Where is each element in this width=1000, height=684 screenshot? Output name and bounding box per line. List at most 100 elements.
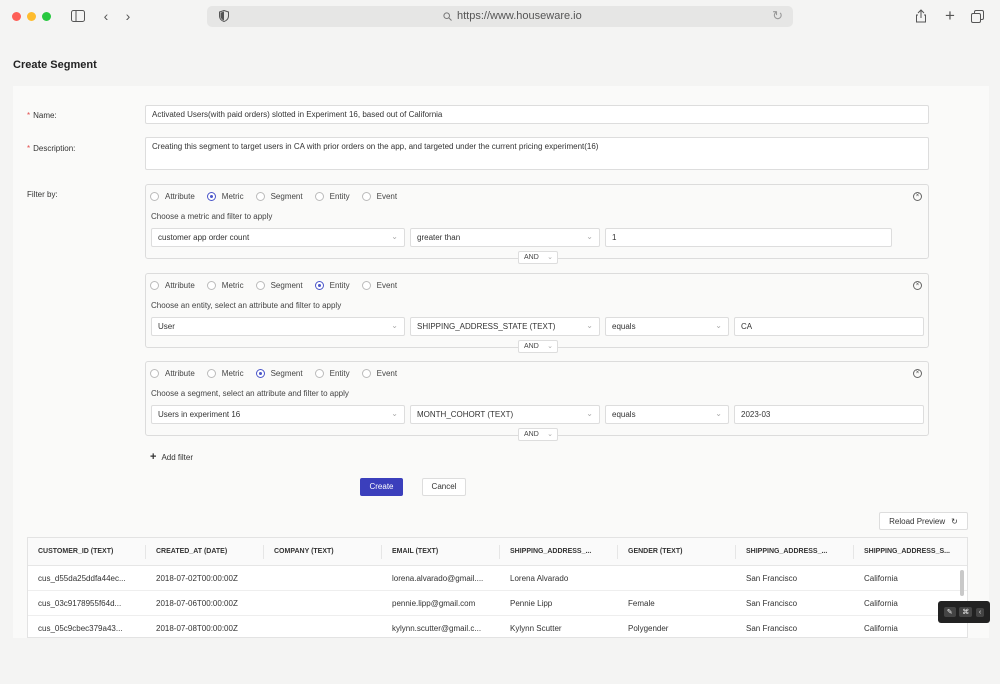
create-button[interactable]: Create (360, 478, 403, 496)
radio-metric[interactable]: Metric (206, 369, 244, 378)
remove-filter-icon[interactable]: × (913, 369, 922, 378)
back-icon[interactable]: ‹ (97, 7, 115, 25)
entity-select[interactable]: User ⌄ (151, 317, 405, 336)
table-cell: pennie.lipp@gmail.com (392, 599, 476, 608)
description-textarea[interactable]: Creating this segment to target users in… (145, 137, 929, 170)
chevron-down-icon: ⌄ (586, 232, 593, 241)
command-key-icon[interactable]: ⌘ (959, 607, 973, 617)
table-cell: lorena.alvarado@gmail.... (392, 574, 484, 583)
table-cell: California (864, 574, 898, 583)
radio-entity[interactable]: Entity (314, 369, 350, 378)
tab-overview-icon[interactable] (968, 7, 986, 25)
description-label: * Description: (27, 144, 76, 153)
radio-attribute[interactable]: Attribute (150, 281, 195, 290)
share-icon[interactable] (912, 7, 930, 25)
filter-card-entity: Attribute Metric Segment Entity Event × … (145, 273, 929, 353)
chevron-down-icon: ⌄ (586, 321, 593, 330)
column-header[interactable]: SHIPPING_ADDRESS_... (510, 548, 591, 555)
radio-event[interactable]: Event (361, 192, 397, 201)
column-header[interactable]: COMPANY (TEXT) (274, 548, 334, 555)
filter-card-segment: Attribute Metric Segment Entity Event × … (145, 361, 929, 441)
connector-select[interactable]: AND ⌄ (518, 251, 558, 264)
radio-attribute[interactable]: Attribute (150, 192, 195, 201)
refresh-icon: ↻ (951, 516, 958, 526)
metric-select[interactable]: customer app order count ⌄ (151, 228, 405, 247)
column-header[interactable]: SHIPPING_ADDRESS_S... (864, 548, 950, 555)
column-header[interactable]: CUSTOMER_ID (TEXT) (38, 548, 113, 555)
table-cell: cus_d55da25ddfa44ec... (38, 574, 126, 583)
remove-filter-icon[interactable]: × (913, 192, 922, 201)
radio-segment[interactable]: Segment (255, 281, 303, 290)
radio-event[interactable]: Event (361, 369, 397, 378)
reload-icon[interactable]: ↻ (772, 8, 783, 24)
table-cell: cus_05c9cbec379a43... (38, 624, 123, 633)
minimize-window-button[interactable] (27, 12, 36, 21)
value-input[interactable]: CA (734, 317, 924, 336)
remove-filter-icon[interactable]: × (913, 281, 922, 290)
browser-toolbar: ‹ › https://www.houseware.io ↻ + (0, 0, 1000, 36)
value-input[interactable]: 1 (605, 228, 892, 247)
close-window-button[interactable] (12, 12, 21, 21)
sidebar-toggle-icon[interactable] (69, 7, 87, 25)
forward-icon[interactable]: › (119, 7, 137, 25)
radio-event[interactable]: Event (361, 281, 397, 290)
radio-segment[interactable]: Segment (255, 192, 303, 201)
filter-hint: Choose a metric and filter to apply (151, 212, 273, 221)
operator-select[interactable]: equals ⌄ (605, 405, 729, 424)
preview-table: CUSTOMER_ID (TEXT) CREATED_AT (DATE) COM… (27, 537, 968, 638)
radio-entity[interactable]: Entity (314, 281, 350, 290)
table-cell: California (864, 599, 898, 608)
value-input[interactable]: 2023-03 (734, 405, 924, 424)
chevron-down-icon: ⌄ (586, 409, 593, 418)
filter-card-metric: Attribute Metric Segment Entity Event × … (145, 184, 929, 264)
radio-segment[interactable]: Segment (255, 369, 303, 378)
table-row: cus_03c9178955f64d... 2018-07-06T00:00:0… (28, 591, 967, 616)
cancel-button[interactable]: Cancel (422, 478, 466, 496)
attribute-select[interactable]: SHIPPING_ADDRESS_STATE (TEXT) ⌄ (410, 317, 600, 336)
segment-select[interactable]: Users in experiment 16 ⌄ (151, 405, 405, 424)
chevron-down-icon: ⌄ (391, 321, 398, 330)
column-header[interactable]: CREATED_AT (DATE) (156, 548, 227, 555)
table-cell: cus_03c9178955f64d... (38, 599, 122, 608)
radio-metric[interactable]: Metric (206, 281, 244, 290)
table-row: cus_d55da25ddfa44ec... 2018-07-02T00:00:… (28, 566, 967, 591)
plus-icon: + (150, 451, 157, 463)
table-cell: Female (628, 599, 655, 608)
operator-select[interactable]: greater than ⌄ (410, 228, 600, 247)
name-input[interactable]: Activated Users(with paid orders) slotte… (145, 105, 929, 124)
zoom-window-button[interactable] (42, 12, 51, 21)
table-cell: California (864, 624, 898, 633)
table-header: CUSTOMER_ID (TEXT) CREATED_AT (DATE) COM… (28, 538, 967, 566)
arrow-left-icon[interactable]: ‹ (975, 607, 985, 617)
table-scrollbar[interactable] (960, 570, 964, 596)
chevron-down-icon: ⌄ (715, 321, 722, 330)
table-cell: Lorena Alvarado (510, 574, 569, 583)
radio-metric[interactable]: Metric (206, 192, 244, 201)
column-header[interactable]: GENDER (TEXT) (628, 548, 682, 555)
add-filter-button[interactable]: + Add filter (150, 451, 193, 463)
column-header[interactable]: EMAIL (TEXT) (392, 548, 438, 555)
search-icon (443, 11, 452, 21)
filter-by-label: Filter by: (27, 190, 58, 199)
connector-select[interactable]: AND ⌄ (518, 340, 558, 353)
page-title: Create Segment (13, 59, 97, 71)
pen-icon[interactable]: ✎ (943, 607, 956, 617)
table-cell: kylynn.scutter@gmail.c... (392, 624, 482, 633)
connector-select[interactable]: AND ⌄ (518, 428, 558, 441)
page-footer-area (0, 638, 1000, 684)
chevron-down-icon: ⌄ (547, 431, 553, 438)
table-cell: Polygender (628, 624, 669, 633)
create-segment-form: * Name: Activated Users(with paid orders)… (13, 86, 989, 638)
operator-select[interactable]: equals ⌄ (605, 317, 729, 336)
radio-entity[interactable]: Entity (314, 192, 350, 201)
table-cell: 2018-07-08T00:00:00Z (156, 624, 238, 633)
reload-preview-button[interactable]: Reload Preview ↻ (879, 512, 968, 530)
page-header: Create Segment (0, 48, 1000, 86)
new-tab-icon[interactable]: + (941, 6, 959, 25)
column-header[interactable]: SHIPPING_ADDRESS_... (746, 548, 827, 555)
filter-type-radio-group: Attribute Metric Segment Entity Event (150, 281, 409, 290)
address-bar[interactable]: https://www.houseware.io ↻ (207, 6, 793, 27)
filter-type-radio-group: Attribute Metric Segment Entity Event (150, 192, 409, 201)
attribute-select[interactable]: MONTH_COHORT (TEXT) ⌄ (410, 405, 600, 424)
radio-attribute[interactable]: Attribute (150, 369, 195, 378)
